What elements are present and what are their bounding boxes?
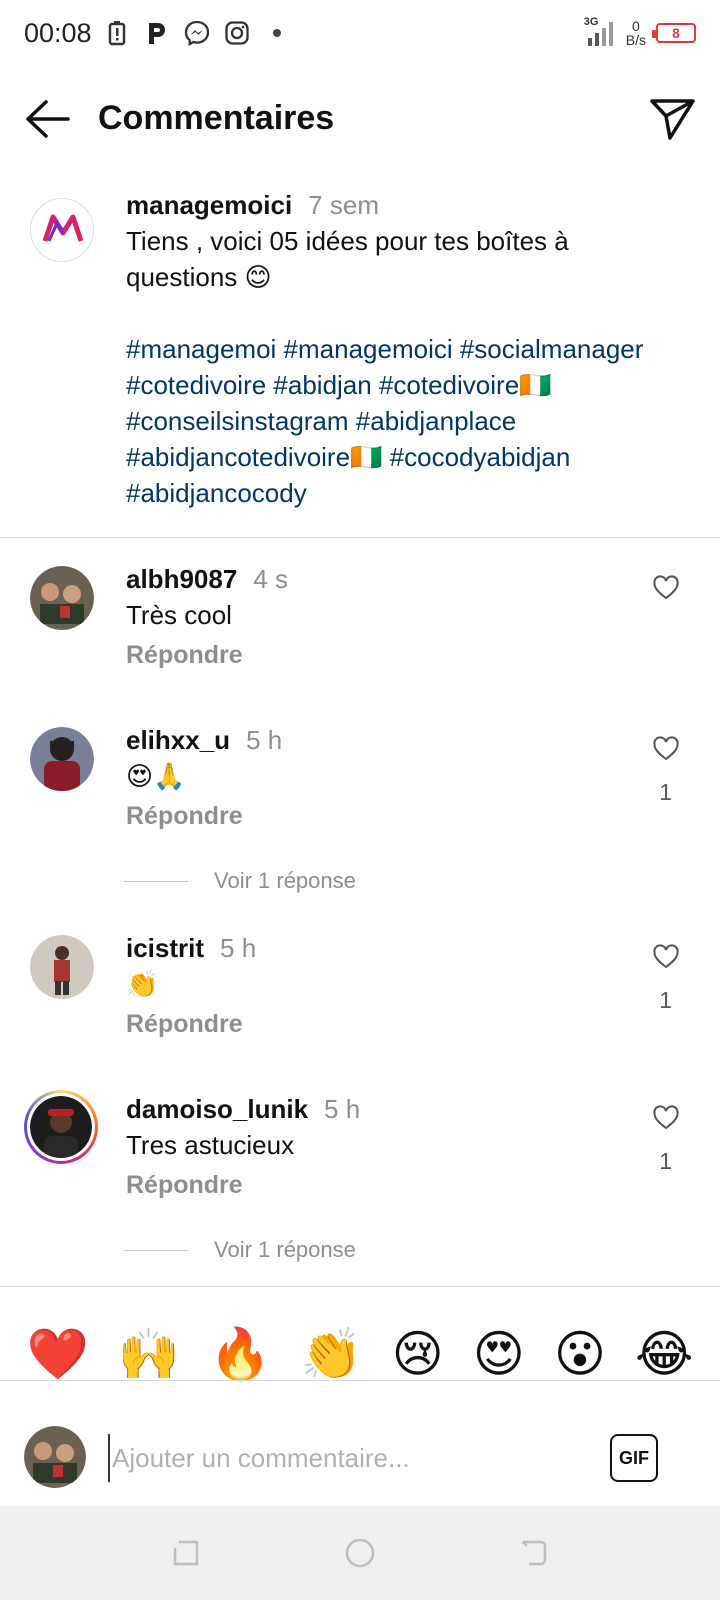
emoji-heart[interactable]: ❤️ — [27, 1324, 89, 1384]
comment-body: damoiso_lunik 5 h Tres astucieux Répondre — [126, 1094, 646, 1200]
emoji-fire[interactable]: 🔥 — [209, 1324, 271, 1384]
view-replies-button[interactable]: Voir 1 réponse — [124, 1237, 356, 1263]
avatar[interactable] — [30, 566, 94, 630]
view-replies-label: Voir 1 réponse — [214, 1237, 356, 1262]
emoji-clap[interactable]: 👏 — [300, 1324, 362, 1384]
like-count: 1 — [659, 1148, 672, 1174]
divider — [0, 537, 720, 538]
header: Commentaires — [0, 80, 720, 160]
like-count: 1 — [659, 779, 672, 805]
reply-button[interactable]: Répondre — [126, 1171, 646, 1200]
comment-time: 4 s — [253, 564, 288, 594]
caption-username[interactable]: managemoici — [126, 190, 292, 220]
avatar[interactable] — [30, 198, 94, 262]
divider — [0, 1286, 720, 1287]
notification-icons — [104, 20, 290, 46]
divider — [0, 1380, 720, 1381]
comment-username[interactable]: elihxx_u — [126, 725, 230, 755]
comment-body: elihxx_u 5 h 😍🙏 Répondre — [126, 725, 646, 831]
caption-hashtags[interactable]: #managemoi #managemoici #socialmanager #… — [126, 331, 686, 511]
send-direct-icon[interactable] — [648, 96, 698, 142]
comment-time: 5 h — [324, 1094, 361, 1124]
comment-text: Tres astucieux — [126, 1130, 295, 1160]
view-replies-label: Voir 1 réponse — [214, 868, 356, 893]
heart-icon[interactable] — [652, 574, 680, 602]
status-bar: 00:08 3G 0 B/s 8 — [0, 0, 720, 72]
comment-username[interactable]: albh9087 — [126, 564, 237, 594]
network-speed: 0 B/s — [625, 18, 646, 48]
divider — [124, 880, 188, 882]
battery-icon: 8 — [652, 23, 696, 43]
status-right: 3G 0 B/s 8 — [584, 16, 696, 48]
instagram-icon — [224, 20, 250, 46]
emoji-crying[interactable]: 😢 — [392, 1324, 444, 1384]
view-replies-button[interactable]: Voir 1 réponse — [124, 868, 356, 894]
comment-username[interactable]: damoiso_lunik — [126, 1094, 308, 1124]
emoji-raised-hands[interactable]: 🙌 — [118, 1324, 180, 1384]
page-title: Commentaires — [98, 99, 335, 137]
parking-app-icon — [144, 20, 170, 46]
divider — [124, 1249, 188, 1251]
comment-body: albh9087 4 s Très cool Répondre — [126, 564, 646, 670]
battery-level: 8 — [672, 25, 680, 41]
reply-button[interactable]: Répondre — [126, 802, 646, 831]
caption-text: Tiens , voici 05 idées pour tes boîtes à… — [126, 226, 569, 292]
avatar — [24, 1426, 86, 1488]
comment-text: Très cool — [126, 600, 232, 630]
more-notifications-dot-icon — [264, 20, 290, 46]
battery-alert-icon — [104, 20, 130, 46]
home-icon[interactable] — [343, 1536, 377, 1570]
back-arrow-icon[interactable] — [22, 96, 72, 142]
heart-icon[interactable] — [652, 943, 680, 971]
comment-input[interactable] — [108, 1434, 588, 1482]
emoji-quick-bar: ❤️ 🙌 🔥 👏 😢 😍 😮 😂 — [0, 1306, 720, 1402]
emoji-heart-eyes[interactable]: 😍 — [473, 1324, 525, 1384]
gif-button[interactable]: GIF — [610, 1434, 658, 1482]
back-nav-icon[interactable] — [517, 1536, 551, 1570]
comment-text: 👏 — [126, 969, 159, 999]
signal-icon: 3G — [584, 16, 616, 48]
avatar[interactable] — [30, 727, 94, 791]
comment-time: 5 h — [220, 933, 257, 963]
status-time: 00:08 — [24, 18, 92, 48]
system-nav-bar — [0, 1506, 720, 1600]
caption-time: 7 sem — [308, 190, 379, 220]
emoji-laughing[interactable]: 😂 — [635, 1324, 693, 1384]
heart-icon[interactable] — [652, 1104, 680, 1132]
reply-button[interactable]: Répondre — [126, 1010, 646, 1039]
reply-button[interactable]: Répondre — [126, 641, 646, 670]
avatar-story-ring[interactable] — [24, 1090, 98, 1164]
heart-icon[interactable] — [652, 735, 680, 763]
messenger-icon — [184, 20, 210, 46]
emoji-surprised[interactable]: 😮 — [554, 1324, 606, 1384]
comment-username[interactable]: icistrit — [126, 933, 204, 963]
like-count: 1 — [659, 987, 672, 1013]
caption-body: managemoici 7 sem Tiens , voici 05 idées … — [126, 190, 686, 511]
avatar[interactable] — [30, 935, 94, 999]
comment-body: icistrit 5 h 👏 Répondre — [126, 933, 646, 1039]
recents-icon[interactable] — [169, 1536, 203, 1570]
comment-composer: GIF — [0, 1410, 720, 1506]
comment-text: 😍🙏 — [126, 761, 186, 791]
comment-time: 5 h — [246, 725, 283, 755]
